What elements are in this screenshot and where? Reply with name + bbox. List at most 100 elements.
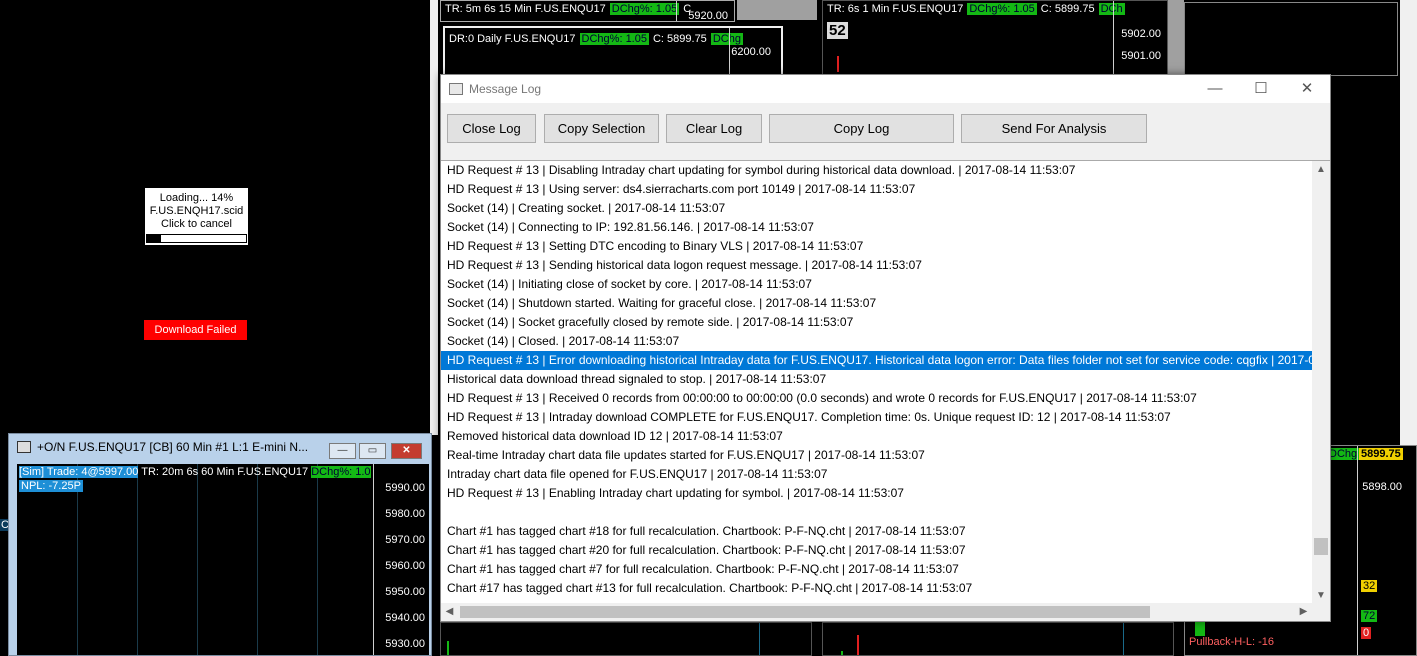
horizontal-scrollbar[interactable]: ◀ ▶ [441,603,1312,621]
log-line[interactable]: HD Request # 13 | Sending historical dat… [441,256,1312,275]
copy-selection-button[interactable]: Copy Selection [544,114,659,143]
progress-fill [147,235,161,242]
app-icon [17,441,31,453]
scroll-up-icon[interactable]: ▲ [1312,161,1330,178]
close-button[interactable]: ✕ [391,443,422,459]
scroll-left-icon[interactable]: ◀ [441,603,458,621]
chart-pane-daily[interactable]: DR:0 Daily F.US.ENQU17 DChg%: 1.05 C: 58… [443,26,783,76]
price-axis [1357,446,1358,655]
chart-window-60min[interactable]: +O/N F.US.ENQU17 [CB] 60 Min #1 L:1 E-mi… [8,433,432,656]
chart-pane-bottom-2[interactable] [822,622,1174,656]
price-label: 5898.00 [1362,481,1402,493]
chart-title: TR: 5m 6s 15 Min F.US.ENQU17 [445,3,606,15]
close-button[interactable]: ✕ [1284,75,1330,103]
price-tick: 5950.00 [385,586,425,598]
log-line[interactable]: Socket (14) | Connecting to IP: 192.81.5… [441,218,1312,237]
chart-area[interactable]: [Sim] Trade: 4@5997.00 TR: 20m 6s 60 Min… [17,464,429,655]
dchg-badge: DChg%: 1.05 [609,3,680,15]
log-line[interactable]: Chart #1 has tagged chart #20 for full r… [441,541,1312,560]
bar-count-badge: 52 [827,22,848,39]
log-line[interactable]: HD Request # 13 | Disabling Intraday cha… [441,161,1312,180]
window-divider [430,0,438,435]
app-icon [449,83,463,95]
close-log-button[interactable]: Close Log [447,114,536,143]
minimize-button[interactable]: — [329,443,356,459]
scroll-thumb[interactable] [1314,538,1328,555]
price-axis [1123,623,1124,655]
log-line[interactable]: HD Request # 13 | Enabling Intraday char… [441,484,1312,503]
scroll-thumb[interactable] [460,606,1150,618]
chart-pane-empty[interactable] [1184,2,1398,76]
chart-pane-15min[interactable]: TR: 5m 6s 15 Min F.US.ENQU17 DChg%: 1.05… [440,0,735,22]
price-label: 5902.00 [1121,28,1161,40]
grid-line [257,464,258,655]
last-price-badge: 5899.75 [1359,448,1403,460]
log-line[interactable]: HD Request # 13 | Error downloading hist… [441,351,1312,370]
green-bar [1195,622,1205,636]
log-line[interactable]: Removed historical data download ID 12 |… [441,427,1312,446]
price-label: 5920.00 [688,10,728,22]
log-line[interactable]: Real-time Intraday chart data file updat… [441,446,1312,465]
log-line[interactable]: HD Request # 13 | Received 0 records fro… [441,389,1312,408]
price-tick: 5940.00 [385,612,425,624]
message-log-window[interactable]: Message Log — ☐ ✕ Close Log Copy Selecti… [440,74,1331,622]
dchg-badge: DChg%: 1.05 [967,3,1037,15]
log-line[interactable]: Chart #17 has tagged chart #13 for full … [441,579,1312,598]
scroll-right-icon[interactable]: ▶ [1295,603,1312,621]
loading-file: F.US.ENQH17.scid [149,205,244,217]
price-axis [676,1,677,21]
maximize-button[interactable]: ☐ [1238,75,1284,103]
price-tick: 5960.00 [385,560,425,572]
log-line[interactable]: HD Request # 13 | Intraday download COMP… [441,408,1312,427]
chart-title: DR:0 Daily F.US.ENQU17 [449,33,576,45]
loading-dialog[interactable]: Loading... 14% F.US.ENQH17.scid Click to… [144,187,249,246]
chart-extra: DCh [1098,3,1125,15]
log-line[interactable]: Historical data download thread signaled… [441,370,1312,389]
loading-progress-bar [146,234,247,243]
price-axis [759,623,760,655]
clear-log-button[interactable]: Clear Log [666,114,762,143]
log-line[interactable] [441,503,1312,522]
sim-trade: [Sim] Trade: 4@5997.00 [19,466,139,478]
price-axis [1113,1,1114,75]
scrollbar-corner [1312,603,1330,621]
trade-info: [Sim] Trade: 4@5997.00 TR: 20m 6s 60 Min… [19,466,371,478]
chart-header: TR: 5m 6s 15 Min F.US.ENQU17 DChg%: 1.05… [445,2,691,16]
loading-status: Loading... 14% [159,192,234,204]
vertical-scrollbar[interactable]: ▲ ▼ [1312,161,1330,604]
chart-pane-bottom-1[interactable] [440,622,812,656]
log-line[interactable]: Socket (14) | Closed. | 2017-08-14 11:53… [441,332,1312,351]
log-line[interactable]: HD Request # 13 | Setting DTC encoding t… [441,237,1312,256]
price-axis: 5990.00 5980.00 5970.00 5960.00 5950.00 … [373,464,429,655]
chart-extra: DChg [710,33,743,45]
maximize-button[interactable]: ▭ [359,443,386,459]
chart-pane-1min[interactable]: TR: 6s 1 Min F.US.ENQU17 DChg%: 1.05 C: … [822,0,1168,76]
window-gap [0,0,14,430]
download-failed-badge: Download Failed [144,320,247,340]
log-line[interactable]: Chart #1 has tagged chart #18 for full r… [441,522,1312,541]
log-line[interactable]: Socket (14) | Shutdown started. Waiting … [441,294,1312,313]
minimize-button[interactable]: — [1192,75,1238,103]
log-line[interactable]: Intraday chart data file opened for F.US… [441,465,1312,484]
grid-line [137,464,138,655]
chart-title: TR: 6s 1 Min F.US.ENQU17 [827,3,964,15]
log-line[interactable]: HD Request # 13 | Using server: ds4.sier… [441,180,1312,199]
window-divider [737,0,817,20]
price-label: 6200.00 [731,46,771,58]
price-bar [857,635,859,655]
window-divider [1168,0,1184,74]
price-tick: 5970.00 [385,534,425,546]
pullback-label: Pullback-H-L: -16 [1189,636,1274,648]
loading-cancel-hint: Click to cancel [161,218,232,230]
log-list-box[interactable]: HD Request # 13 | Disabling Intraday cha… [441,160,1330,621]
log-line[interactable]: Chart #1 has tagged chart #7 for full re… [441,560,1312,579]
log-line[interactable]: Socket (14) | Socket gracefully closed b… [441,313,1312,332]
log-line[interactable]: Socket (14) | Creating socket. | 2017-08… [441,199,1312,218]
log-lines[interactable]: HD Request # 13 | Disabling Intraday cha… [441,161,1312,604]
send-for-analysis-button[interactable]: Send For Analysis [961,114,1147,143]
log-line[interactable]: Socket (14) | Initiating close of socket… [441,275,1312,294]
price-marker [837,56,839,72]
scroll-down-icon[interactable]: ▼ [1312,587,1330,604]
copy-log-button[interactable]: Copy Log [769,114,954,143]
value-tag-72: 72 [1361,610,1378,622]
